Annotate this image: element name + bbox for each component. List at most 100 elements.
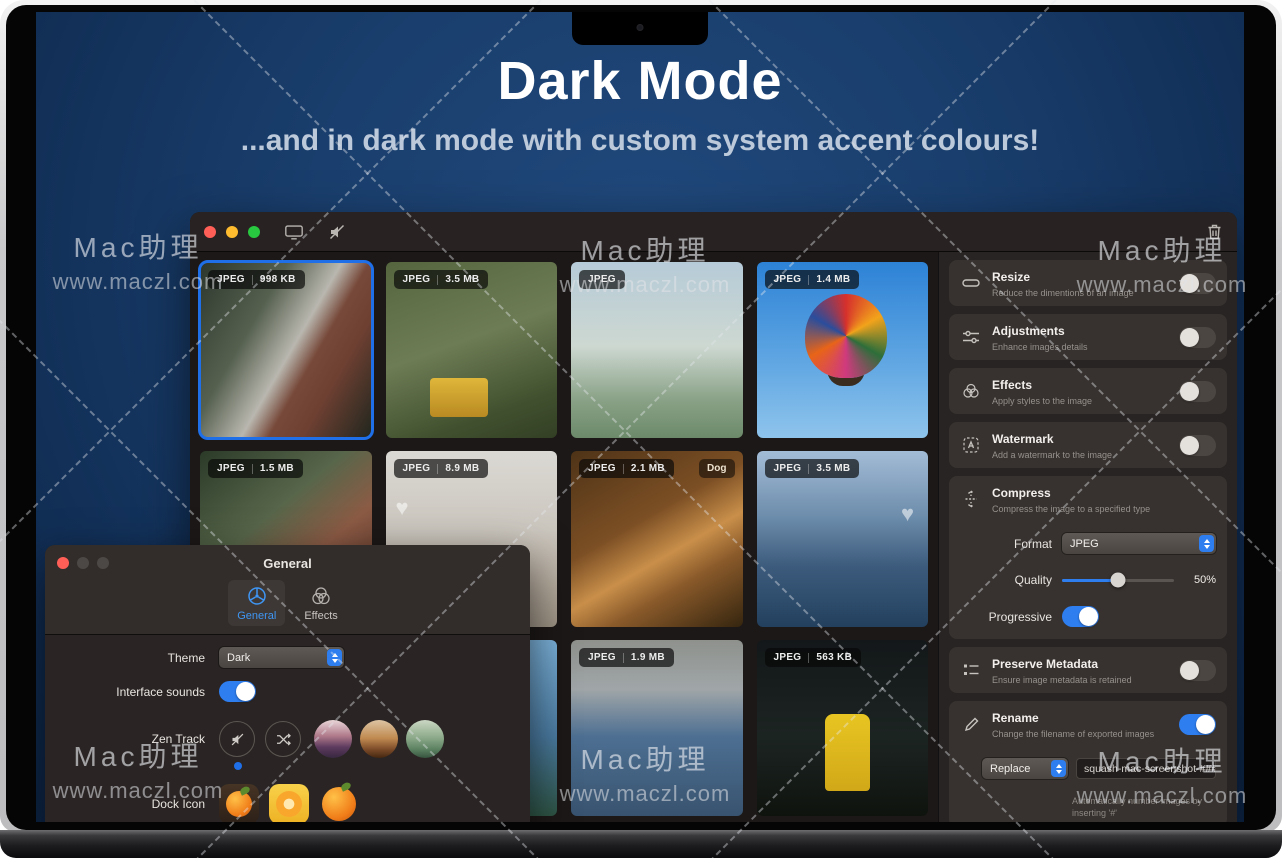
- format-select[interactable]: JPEG: [1062, 533, 1216, 554]
- resize-icon: [960, 277, 982, 289]
- format-size-badge: JPEG563 KB: [765, 648, 862, 667]
- photo-thumbnail[interactable]: JPEG3.5 MB ♥: [757, 451, 929, 627]
- tab-effects[interactable]: Effects: [295, 580, 346, 626]
- hero-title: Dark Mode: [36, 50, 1244, 112]
- format-size-badge: JPEG8.9 MB: [394, 459, 489, 478]
- trash-icon[interactable]: [1206, 223, 1223, 241]
- watermark-toggle[interactable]: [1179, 435, 1216, 456]
- prefs-titlebar: General General: [45, 545, 530, 635]
- prefs-toolbar-tabs: General Effects: [45, 574, 530, 634]
- option-title: Effects: [992, 378, 1032, 392]
- dock-icon-dark[interactable]: [219, 784, 259, 822]
- stepper-icon: [1051, 760, 1066, 777]
- format-size-badge: JPEG1.9 MB: [579, 648, 674, 667]
- zen-shuffle-button[interactable]: [265, 721, 301, 757]
- photo-thumbnail[interactable]: JPEG1.4 MB: [757, 262, 929, 438]
- progressive-toggle[interactable]: [1062, 606, 1099, 627]
- favorite-heart-icon[interactable]: ♥: [901, 503, 914, 525]
- zen-selection-dot: [234, 762, 242, 770]
- minimize-button[interactable]: [226, 226, 238, 238]
- rename-mode-select[interactable]: Replace: [982, 758, 1068, 779]
- filename-input[interactable]: squash-mac-screenshot-###: [1076, 758, 1216, 779]
- format-size-badge: JPEG998 KB: [208, 270, 305, 289]
- dock-icon-yellow[interactable]: [269, 784, 309, 822]
- adjustments-toggle[interactable]: [1179, 327, 1216, 348]
- zen-track-art-green-valley[interactable]: [406, 720, 444, 758]
- favorite-heart-icon[interactable]: ♥: [396, 497, 409, 519]
- option-desc: Enhance images details: [992, 342, 1169, 352]
- mute-icon[interactable]: [328, 223, 346, 241]
- laptop-base: [0, 830, 1282, 858]
- photo-thumbnail[interactable]: JPEG998 KB: [200, 262, 372, 438]
- option-desc: Ensure image metadata is retained: [992, 675, 1169, 685]
- quality-slider[interactable]: [1062, 579, 1174, 582]
- preferences-window: General General: [45, 545, 530, 822]
- interface-sounds-toggle[interactable]: [219, 681, 256, 702]
- interface-sounds-label: Interface sounds: [45, 685, 205, 699]
- resize-toggle[interactable]: [1179, 273, 1216, 294]
- dock-icon-plain[interactable]: [319, 784, 359, 822]
- format-size-badge: JPEG1.4 MB: [765, 270, 860, 289]
- rename-option-card[interactable]: Rename Change the filename of exported i…: [949, 701, 1227, 822]
- option-desc: Compress the image to a specified type: [992, 504, 1216, 514]
- photo-thumbnail[interactable]: JPEG: [571, 262, 743, 438]
- option-title: Compress: [992, 486, 1051, 500]
- option-desc: Change the filename of exported images: [992, 729, 1169, 739]
- screen: Dark Mode ...and in dark mode with custo…: [36, 12, 1244, 822]
- keyword-tag: Dog: [699, 459, 734, 478]
- effects-circles-icon: [310, 585, 332, 607]
- rename-toggle[interactable]: [1179, 714, 1216, 735]
- rename-helper-text: Automatically number images by inserting…: [1072, 795, 1232, 819]
- preserve-metadata-toggle[interactable]: [1179, 660, 1216, 681]
- metadata-list-icon: [960, 663, 982, 677]
- photo-thumbnail[interactable]: JPEG3.5 MB: [386, 262, 558, 438]
- zen-track-art-autumn-tree[interactable]: [360, 720, 398, 758]
- resize-option-card[interactable]: Resize Reduce the dimentions of an image: [949, 260, 1227, 306]
- compress-option-card[interactable]: Compress Compress the image to a specifi…: [949, 476, 1227, 639]
- format-size-badge: JPEG3.5 MB: [394, 270, 489, 289]
- format-size-badge: JPEG: [579, 270, 625, 289]
- watermark-option-card[interactable]: Watermark Add a watermark to the image: [949, 422, 1227, 468]
- format-label: Format: [960, 537, 1052, 551]
- zoom-button[interactable]: [248, 226, 260, 238]
- general-gear-icon: [246, 585, 268, 607]
- effects-toggle[interactable]: [1179, 381, 1216, 402]
- option-title: Preserve Metadata: [992, 657, 1098, 671]
- preserve-metadata-card[interactable]: Preserve Metadata Ensure image metadata …: [949, 647, 1227, 693]
- effects-option-card[interactable]: Effects Apply styles to the image: [949, 368, 1227, 414]
- hero-subtitle: ...and in dark mode with custom system a…: [36, 124, 1244, 158]
- option-title: Adjustments: [992, 324, 1065, 338]
- tab-general[interactable]: General: [228, 580, 285, 626]
- quality-value: 50%: [1194, 574, 1216, 586]
- display-icon[interactable]: [284, 223, 304, 241]
- photo-thumbnail[interactable]: JPEG563 KB: [757, 640, 929, 816]
- option-title: Rename: [992, 711, 1039, 725]
- quality-label: Quality: [960, 573, 1052, 587]
- option-desc: Reduce the dimentions of an image: [992, 288, 1169, 298]
- stepper-icon: [1199, 535, 1214, 552]
- option-title: Resize: [992, 270, 1030, 284]
- stepper-icon: [327, 649, 342, 666]
- prefs-window-title: General: [45, 556, 530, 571]
- option-title: Watermark: [992, 432, 1054, 446]
- zen-track-art-mountains[interactable]: [314, 720, 352, 758]
- camera-dot: [637, 24, 644, 31]
- adjustments-icon: [960, 330, 982, 344]
- theme-label: Theme: [45, 651, 205, 665]
- macbook-mockup: Dark Mode ...and in dark mode with custo…: [0, 0, 1282, 858]
- zen-track-label: Zen Track: [45, 732, 205, 746]
- compress-icon: [960, 490, 982, 508]
- theme-select[interactable]: Dark: [219, 647, 344, 668]
- photo-thumbnail[interactable]: JPEG2.1 MB Dog: [571, 451, 743, 627]
- options-sidebar: Resize Reduce the dimentions of an image…: [938, 252, 1237, 822]
- display-notch: [572, 12, 708, 45]
- adjustments-option-card[interactable]: Adjustments Enhance images details: [949, 314, 1227, 360]
- zen-mute-button[interactable]: [219, 721, 255, 757]
- effects-icon: [960, 383, 982, 399]
- tab-label: Effects: [304, 610, 337, 622]
- close-button[interactable]: [204, 226, 216, 238]
- photo-thumbnail[interactable]: JPEG1.9 MB: [571, 640, 743, 816]
- option-desc: Apply styles to the image: [992, 396, 1169, 406]
- main-titlebar: [190, 212, 1237, 252]
- progressive-label: Progressive: [960, 610, 1052, 624]
